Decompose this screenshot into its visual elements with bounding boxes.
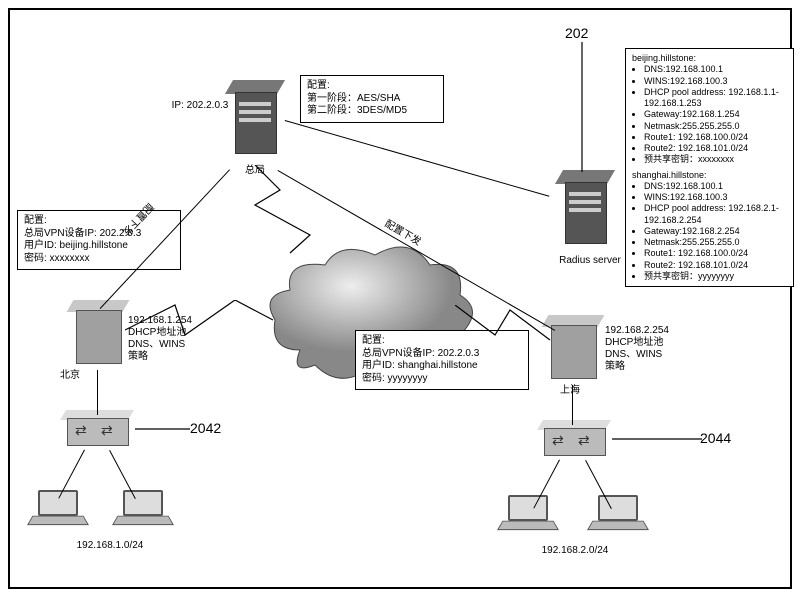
- hq-ip: IP: 202.2.0.3: [170, 100, 230, 112]
- hq-config-box: 配置: 第一阶段：AES/SHA 第二阶段：3DES/MD5: [300, 75, 444, 123]
- hq-cfg-phase2: 第二阶段：3DES/MD5: [307, 105, 437, 118]
- bj-r2: Route2: 192.168.101.0/24: [644, 143, 787, 154]
- ref-2044: 2044: [700, 430, 731, 446]
- radius-server-icon: [555, 170, 615, 250]
- link-bj-cloud: [125, 300, 275, 360]
- beijing-laptop-1-icon: [30, 490, 84, 526]
- link-bj-fw-sw: [97, 370, 98, 415]
- radius-sh-header: shanghai.hillstone:: [632, 170, 787, 181]
- sh-mask: Netmask:255.255.255.0: [644, 237, 787, 248]
- shanghai-info: 192.168.2.254 DHCP地址池 DNS、WINS 策略: [605, 325, 695, 373]
- radius-attr-box: beijing.hillstone: DNS:192.168.100.1 WIN…: [625, 48, 794, 287]
- shanghai-laptop-2-icon: [590, 495, 644, 531]
- sh-r2: Route2: 192.168.101.0/24: [644, 260, 787, 271]
- sh-cfg-pass: 密码: yyyyyyyy: [362, 373, 522, 386]
- bj-dns: DNS:192.168.100.1: [644, 64, 787, 75]
- bj-cfg-vpnip: 总局VPN设备IP: 202.2.0.3: [24, 228, 174, 241]
- sh-dns: DNS:192.168.100.1: [644, 181, 787, 192]
- beijing-switch-icon: ⇄⇄: [63, 410, 133, 448]
- sh-info-policy: 策略: [605, 361, 695, 373]
- sh-wins: WINS:192.168.100.3: [644, 192, 787, 203]
- bj-cfg-pass: 密码: xxxxxxxx: [24, 253, 174, 266]
- link-hq-cloud: [250, 165, 330, 255]
- bj-mask: Netmask:255.255.255.0: [644, 121, 787, 132]
- beijing-name: 北京: [50, 370, 90, 382]
- ref-2042: 2042: [190, 420, 221, 436]
- shanghai-name: 上海: [550, 385, 590, 397]
- bj-r1: Route1: 192.168.100.0/24: [644, 132, 787, 143]
- bj-pool: DHCP pool address: 192.168.1.1-192.168.1…: [644, 87, 787, 110]
- sh-info-ip: 192.168.2.254: [605, 325, 695, 337]
- link-sh-fw-sw: [572, 385, 573, 425]
- hq-cfg-title: 配置:: [307, 80, 437, 93]
- sh-gw: Gateway:192.168.2.254: [644, 226, 787, 237]
- shanghai-subnet: 192.168.2.0/24: [525, 545, 625, 557]
- sh-psk: 预共享密钥：yyyyyyyy: [644, 271, 787, 282]
- bj-psk: 预共享密钥：xxxxxxxx: [644, 154, 787, 165]
- shanghai-switch-icon: ⇄⇄: [540, 420, 610, 458]
- shanghai-laptop-1-icon: [500, 495, 554, 531]
- beijing-laptop-2-icon: [115, 490, 169, 526]
- bj-cfg-user: 用户ID: beijing.hillstone: [24, 240, 174, 253]
- beijing-subnet: 192.168.1.0/24: [60, 540, 160, 552]
- bj-gw: Gateway:192.168.1.254: [644, 109, 787, 120]
- sh-cfg-user: 用户ID: shanghai.hillstone: [362, 360, 522, 373]
- beijing-firewall-icon: [70, 300, 128, 368]
- hq-server-icon: [225, 80, 285, 160]
- sh-info-pool: DHCP地址池: [605, 337, 695, 349]
- link-sh-cloud: [455, 305, 555, 355]
- ref-202: 202: [565, 25, 588, 41]
- sh-r1: Route1: 192.168.100.0/24: [644, 248, 787, 259]
- radius-bj-header: beijing.hillstone:: [632, 53, 787, 64]
- bj-wins: WINS:192.168.100.3: [644, 76, 787, 87]
- sh-pool: DHCP pool address: 192.168.2.1-192.168.2…: [644, 203, 787, 226]
- hq-cfg-phase1: 第一阶段：AES/SHA: [307, 93, 437, 106]
- beijing-config-box: 配置: 总局VPN设备IP: 202.2.0.3 用户ID: beijing.h…: [17, 210, 181, 270]
- sh-info-dns: DNS、WINS: [605, 349, 695, 361]
